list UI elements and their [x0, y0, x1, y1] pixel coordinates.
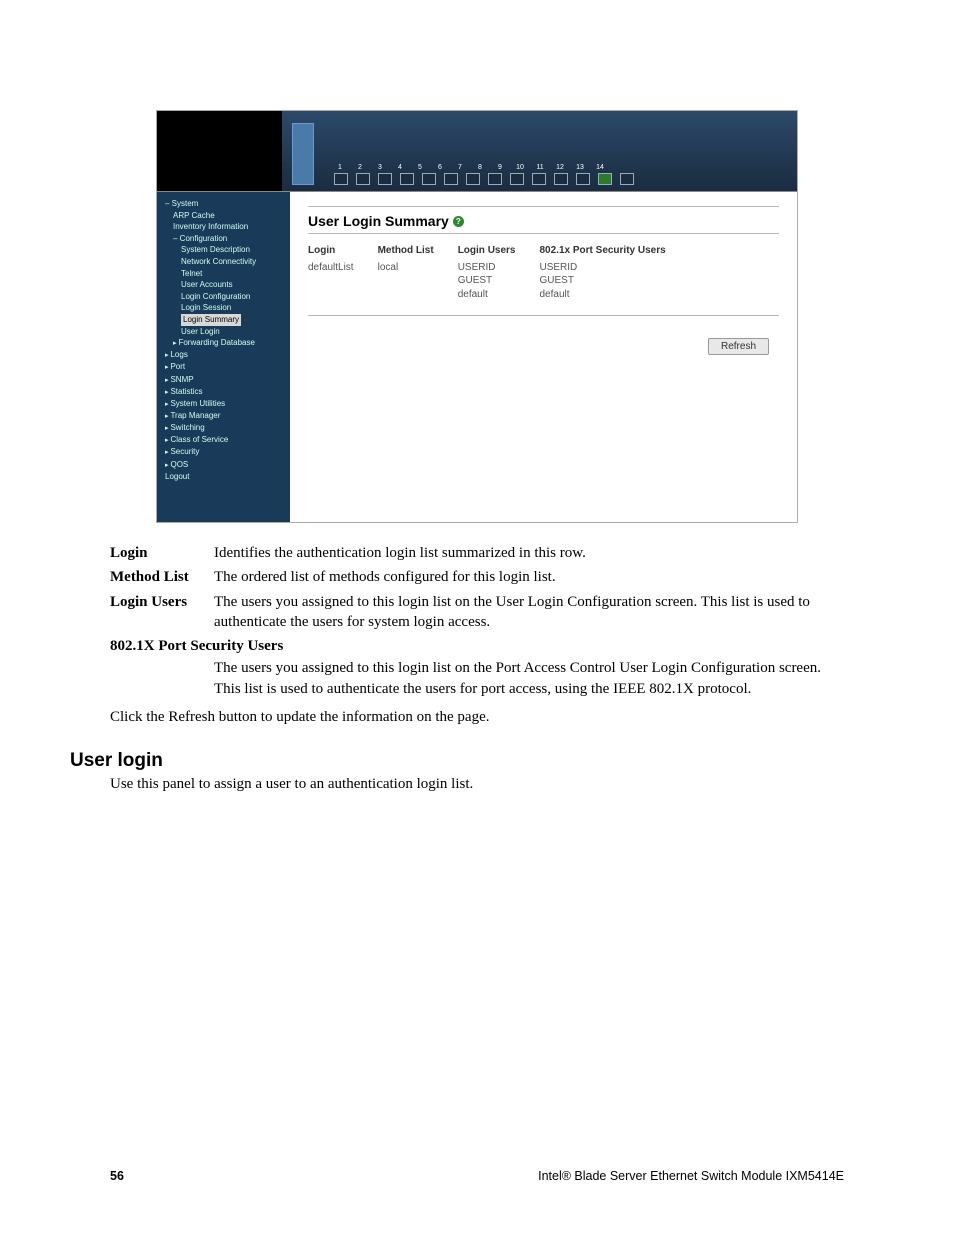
- summary-table: Login defaultList Method List local Logi…: [308, 244, 779, 301]
- nav-logs[interactable]: Logs: [170, 350, 187, 359]
- port-label: 5: [414, 164, 426, 171]
- refresh-button[interactable]: Refresh: [708, 338, 769, 355]
- switch-port[interactable]: [422, 173, 436, 185]
- switch-port[interactable]: [334, 173, 348, 185]
- port-label: 4: [394, 164, 406, 171]
- port-label: 13: [574, 164, 586, 171]
- td-portsec-0: USERID: [540, 261, 666, 275]
- nav-switching[interactable]: Switching: [170, 423, 204, 432]
- def-body-login: Identifies the authentication login list…: [214, 543, 844, 563]
- def-body-method-list: The ordered list of methods configured f…: [214, 567, 844, 587]
- switch-port[interactable]: [576, 173, 590, 185]
- port-label: 11: [534, 164, 546, 171]
- section-body-user-login: Use this panel to assign a user to an au…: [110, 776, 844, 793]
- help-icon[interactable]: ?: [453, 216, 464, 227]
- td-method-list: local: [378, 261, 434, 275]
- footer-product: Intel® Blade Server Ethernet Switch Modu…: [538, 1169, 844, 1183]
- switch-port[interactable]: [532, 173, 546, 185]
- page-number: 56: [110, 1169, 124, 1183]
- port-label: 6: [434, 164, 446, 171]
- nav-system-description[interactable]: System Description: [181, 245, 250, 254]
- td-login-users-0: USERID: [458, 261, 516, 275]
- td-login: defaultList: [308, 261, 354, 275]
- switch-port[interactable]: [356, 173, 370, 185]
- port-label: 8: [474, 164, 486, 171]
- switch-port[interactable]: [378, 173, 392, 185]
- nav-security[interactable]: Security: [170, 447, 199, 456]
- nav-system[interactable]: System: [172, 199, 199, 208]
- td-login-users-1: GUEST: [458, 274, 516, 288]
- nav-login-summary-selected[interactable]: Login Summary: [181, 314, 241, 326]
- th-login-users: Login Users: [458, 244, 516, 258]
- content-title: User Login Summary ?: [308, 213, 779, 229]
- nav-statistics[interactable]: Statistics: [170, 387, 202, 396]
- nav-user-accounts[interactable]: User Accounts: [181, 280, 233, 289]
- refresh-note: Click the Refresh button to update the i…: [110, 709, 844, 726]
- td-portsec-1: GUEST: [540, 274, 666, 288]
- def-term-login-users: Login Users: [110, 592, 214, 612]
- port-label: 2: [354, 164, 366, 171]
- td-login-users-2: default: [458, 288, 516, 302]
- screenshot-user-login-summary: 1234567891011121314 System ARP Cache Inv…: [156, 110, 798, 523]
- nav-arp-cache[interactable]: ARP Cache: [173, 211, 215, 220]
- port-label: 10: [514, 164, 526, 171]
- nav-snmp[interactable]: SNMP: [170, 375, 193, 384]
- switch-port[interactable]: [400, 173, 414, 185]
- nav-telnet[interactable]: Telnet: [181, 269, 202, 278]
- th-login: Login: [308, 244, 354, 258]
- nav-configuration[interactable]: Configuration: [180, 234, 228, 243]
- nav-logout[interactable]: Logout: [165, 472, 189, 481]
- def-body-port-security-users: The users you assigned to this login lis…: [214, 658, 844, 699]
- device-badge: [292, 123, 314, 185]
- nav-system-utilities[interactable]: System Utilities: [170, 399, 225, 408]
- switch-port[interactable]: [466, 173, 480, 185]
- page-footer: 56 Intel® Blade Server Ethernet Switch M…: [110, 1169, 844, 1183]
- nav-forwarding-database[interactable]: Forwarding Database: [178, 338, 254, 347]
- def-term-method-list: Method List: [110, 567, 214, 587]
- port-label: 3: [374, 164, 386, 171]
- port-label: 7: [454, 164, 466, 171]
- nav-user-login[interactable]: User Login: [181, 327, 220, 336]
- nav-port[interactable]: Port: [170, 362, 185, 371]
- switch-ports: 1234567891011121314: [334, 164, 634, 185]
- th-method-list: Method List: [378, 244, 434, 258]
- port-label: 9: [494, 164, 506, 171]
- port-label: 12: [554, 164, 566, 171]
- switch-port[interactable]: [620, 173, 634, 185]
- port-label: 14: [594, 164, 606, 171]
- switch-port[interactable]: [554, 173, 568, 185]
- nav-network-connectivity[interactable]: Network Connectivity: [181, 257, 256, 266]
- switch-port[interactable]: [444, 173, 458, 185]
- nav-tree: System ARP Cache Inventory Information C…: [157, 192, 290, 522]
- switch-port[interactable]: [598, 173, 612, 185]
- nav-inventory[interactable]: Inventory Information: [173, 222, 248, 231]
- def-body-login-users: The users you assigned to this login lis…: [214, 592, 844, 633]
- nav-trap-manager[interactable]: Trap Manager: [170, 411, 220, 420]
- section-heading-user-login: User login: [70, 750, 844, 772]
- nav-class-of-service[interactable]: Class of Service: [170, 435, 228, 444]
- port-label: 1: [334, 164, 346, 171]
- th-port-security-users: 802.1x Port Security Users: [540, 244, 666, 258]
- nav-qos[interactable]: QOS: [170, 460, 188, 469]
- switch-port[interactable]: [488, 173, 502, 185]
- td-portsec-2: default: [540, 288, 666, 302]
- def-term-port-security-users: 802.1X Port Security Users: [110, 636, 844, 656]
- content-pane: User Login Summary ? Login defaultList M…: [290, 192, 797, 522]
- def-term-login: Login: [110, 543, 214, 563]
- device-header: 1234567891011121314: [157, 111, 797, 191]
- nav-login-configuration[interactable]: Login Configuration: [181, 292, 250, 301]
- switch-port[interactable]: [510, 173, 524, 185]
- nav-login-session[interactable]: Login Session: [181, 303, 231, 312]
